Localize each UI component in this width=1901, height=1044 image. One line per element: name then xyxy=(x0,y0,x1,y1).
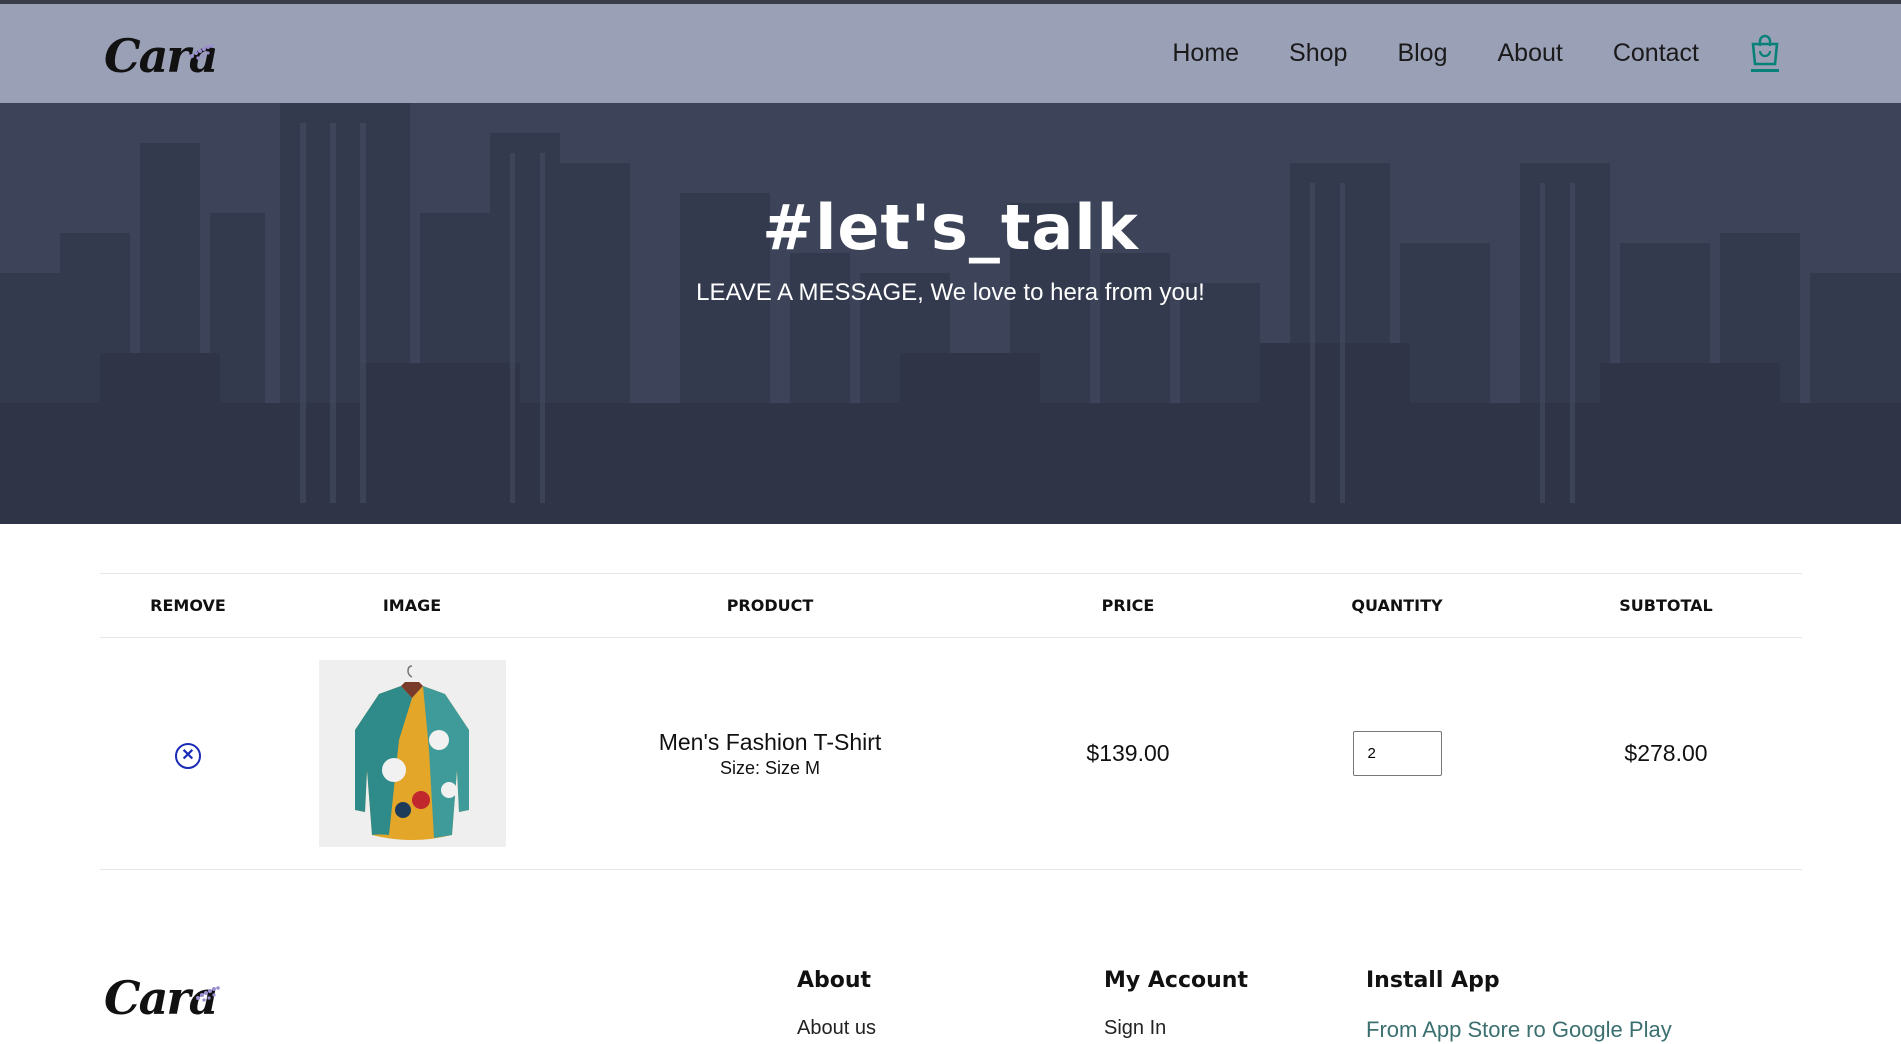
table-row: ✕ Men's Fashion T-Shirt Size: Size M $13… xyxy=(100,637,1802,870)
price-cell: $139.00 xyxy=(992,637,1264,870)
main-nav: Home Shop Blog About Contact xyxy=(1122,4,1781,103)
footer-app-text: From App Store ro Google Play xyxy=(1366,1017,1672,1042)
shopping-bag-icon[interactable] xyxy=(1749,34,1781,74)
footer-about-us-link[interactable]: About us xyxy=(797,1017,876,1040)
close-circle-icon[interactable]: ✕ xyxy=(175,742,201,769)
nav-about[interactable]: About xyxy=(1497,39,1562,68)
product-name: Men's Fashion T-Shirt xyxy=(658,728,882,755)
hero-title: #let's_talk xyxy=(762,191,1139,264)
hero-banner: #let's_talk LEAVE A MESSAGE, We love to … xyxy=(0,103,1901,524)
footer-app-heading: Install App xyxy=(1366,968,1500,993)
footer-app-column: Install App From App Store ro Google Pla… xyxy=(1366,968,1672,1043)
lavender-sprig-icon xyxy=(196,986,220,1002)
header-remove: REMOVE xyxy=(100,573,276,638)
header-quantity: QUANTITY xyxy=(1264,573,1530,638)
product-cell: Men's Fashion T-Shirt Size: Size M xyxy=(548,637,992,870)
image-cell xyxy=(276,637,548,870)
cart-table: REMOVE IMAGE PRODUCT PRICE QUANTITY SUBT… xyxy=(100,573,1802,870)
header-product: PRODUCT xyxy=(548,573,992,638)
shirt-icon xyxy=(318,660,506,847)
lavender-sprig-icon xyxy=(190,44,214,60)
nav-blog[interactable]: Blog xyxy=(1397,39,1447,68)
footer-account-column: My Account Sign In xyxy=(1104,968,1248,1040)
site-header: Cara Home Shop Blog About Contact xyxy=(0,4,1901,103)
city-skyline-image xyxy=(0,103,1901,524)
header-price: PRICE xyxy=(992,573,1264,638)
cart-section: REMOVE IMAGE PRODUCT PRICE QUANTITY SUBT… xyxy=(100,573,1802,870)
header-subtotal: SUBTOTAL xyxy=(1530,573,1802,638)
footer-sign-in-link[interactable]: Sign In xyxy=(1104,1017,1248,1040)
nav-home[interactable]: Home xyxy=(1172,39,1239,68)
remove-cell: ✕ xyxy=(100,637,276,870)
header-image: IMAGE xyxy=(276,573,548,638)
quantity-input[interactable] xyxy=(1352,731,1442,776)
footer-about-column: About About us xyxy=(797,968,876,1040)
nav-contact[interactable]: Contact xyxy=(1613,39,1699,68)
table-header-row: REMOVE IMAGE PRODUCT PRICE QUANTITY SUBT… xyxy=(100,573,1802,638)
product-image[interactable] xyxy=(318,660,506,847)
footer-logo[interactable]: Cara xyxy=(104,968,234,1028)
quantity-cell xyxy=(1264,637,1530,870)
product-size: Size: Size M xyxy=(719,757,821,778)
logo[interactable]: Cara xyxy=(104,26,224,86)
footer-about-heading: About xyxy=(797,968,872,993)
footer-account-heading: My Account xyxy=(1104,968,1248,993)
hero-subtitle: LEAVE A MESSAGE, We love to hera from yo… xyxy=(696,279,1205,306)
subtotal-cell: $278.00 xyxy=(1530,637,1802,870)
nav-shop[interactable]: Shop xyxy=(1289,39,1347,68)
